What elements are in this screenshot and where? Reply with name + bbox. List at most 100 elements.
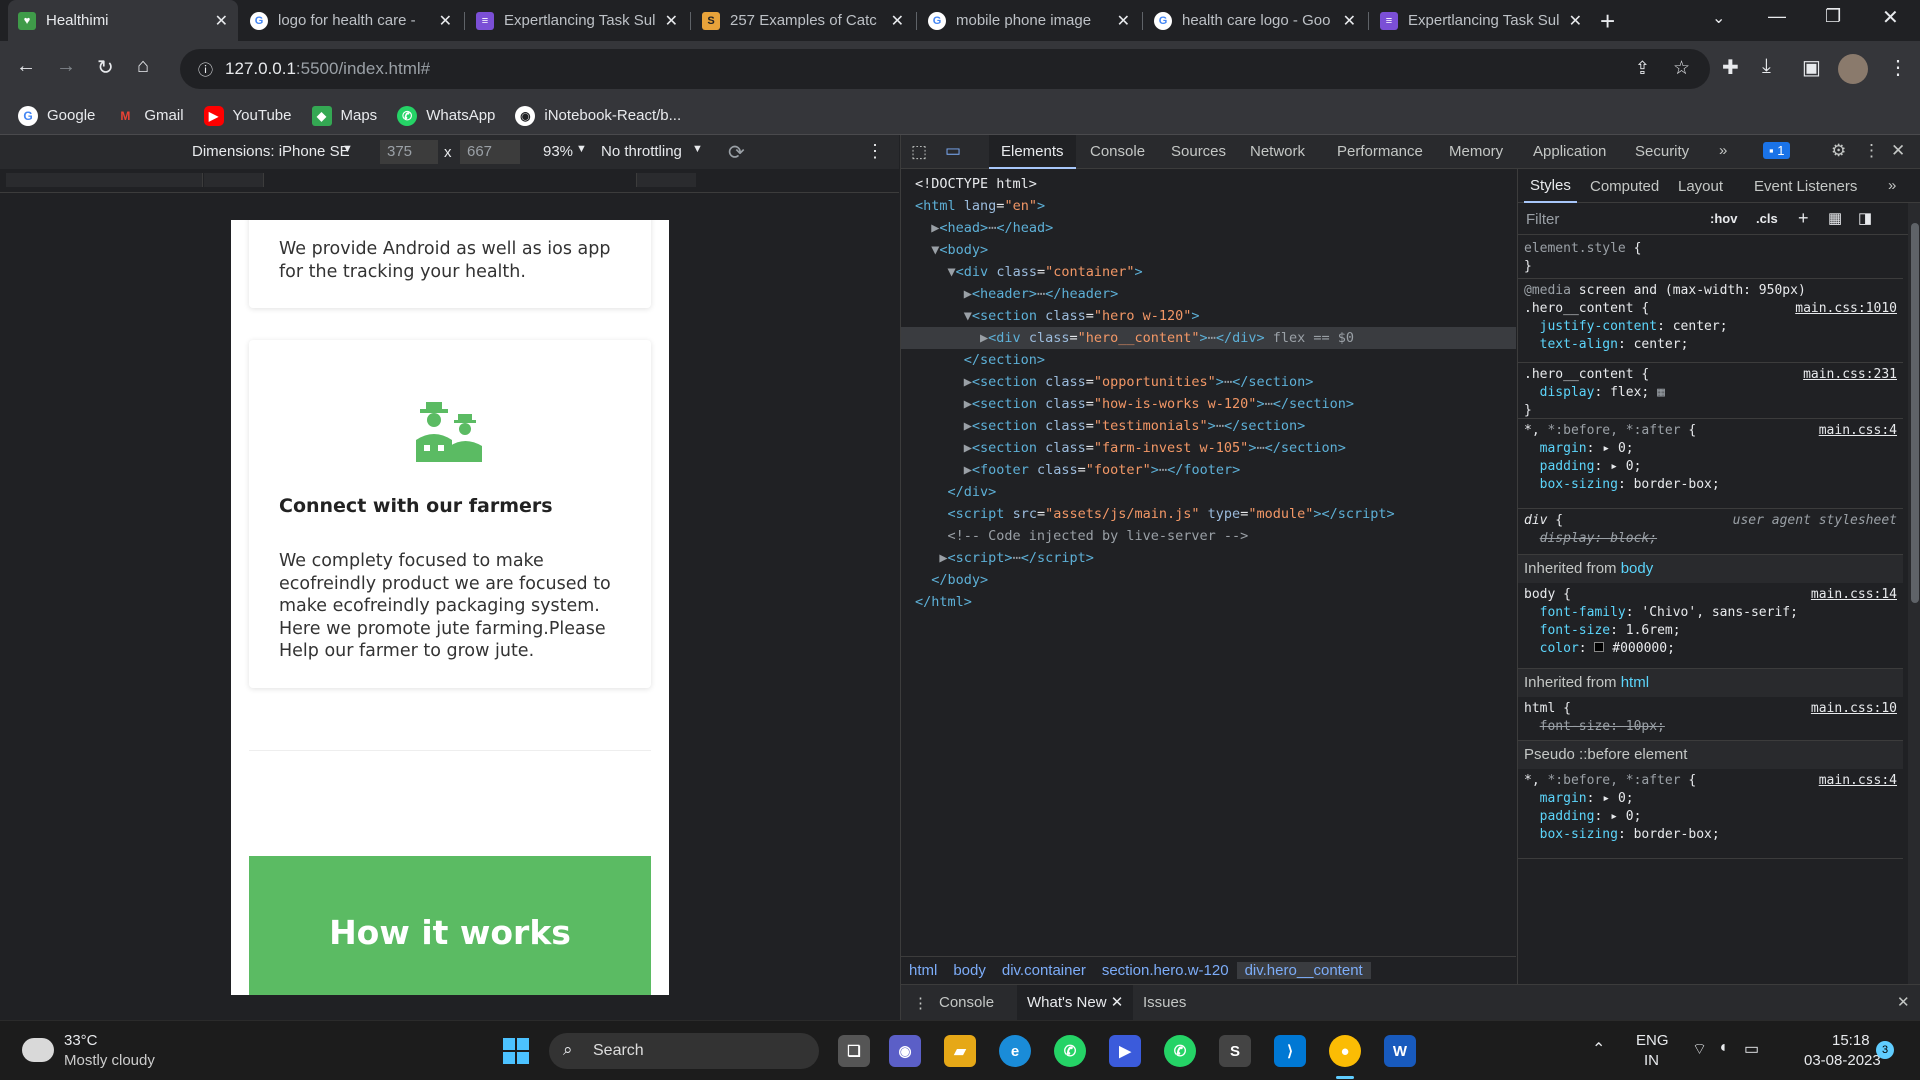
dom-node-line[interactable]: ▶<section class="opportunities">⋯</secti… — [901, 371, 1516, 393]
language-indicator[interactable]: ENG — [1636, 1032, 1669, 1049]
throttle-select[interactable]: No throttling — [601, 143, 682, 160]
style-rule[interactable]: element.style {} — [1518, 237, 1903, 279]
whatsapp-badge-icon[interactable]: ✆ — [1054, 1035, 1086, 1067]
drawer-tab-issues[interactable]: Issues — [1143, 994, 1186, 1011]
dom-node-line[interactable]: ▼<section class="hero w-120"> — [901, 305, 1516, 327]
dom-node-line[interactable]: ▶<script>⋯</script> — [901, 547, 1516, 569]
bookmark-maps[interactable]: ◆ Maps — [311, 105, 377, 126]
tab-performance[interactable]: Performance — [1325, 135, 1435, 169]
breadcrumb-item[interactable]: section.hero.w-120 — [1094, 962, 1237, 979]
rotate-icon[interactable]: ⟳ — [728, 140, 745, 165]
chrome-icon[interactable]: ● — [1329, 1035, 1361, 1067]
share-icon[interactable]: ⇪ — [1635, 58, 1650, 79]
weather-temp[interactable]: 33°C — [64, 1032, 98, 1049]
dom-tree[interactable]: <!DOCTYPE html> <html lang="en"> ▶<head>⋯… — [901, 169, 1516, 939]
filter-input[interactable]: Filter — [1526, 211, 1559, 228]
height-input[interactable]: 667 — [460, 140, 520, 164]
close-tab-icon[interactable]: ✕ — [215, 11, 228, 31]
tab-health-care-logo[interactable]: G health care logo - Goo ✕ — [1144, 0, 1366, 41]
dom-node-line[interactable]: <!-- Code injected by live-server --> — [901, 525, 1516, 547]
whatsapp-icon[interactable]: ✆ — [1164, 1035, 1196, 1067]
dom-node-line[interactable]: ▶<section class="farm-invest w-105">⋯</s… — [901, 437, 1516, 459]
dom-node-line[interactable]: <!DOCTYPE html> — [901, 173, 1516, 195]
style-rule[interactable]: @media screen and (max-width: 950px) .he… — [1518, 279, 1903, 363]
close-drawer-icon[interactable]: ✕ — [1897, 993, 1910, 1011]
bookmark-whatsapp[interactable]: ✆ WhatsApp — [397, 105, 495, 126]
style-rule[interactable]: body {main.css:14 font-family: 'Chivo', … — [1518, 583, 1903, 669]
reload-icon[interactable]: ↻ — [97, 55, 114, 80]
tab-healthimi[interactable]: ♥ Healthimi ✕ — [8, 0, 238, 41]
tab-console[interactable]: Console — [1078, 135, 1157, 169]
wifi-icon[interactable]: ⌔ — [1692, 1039, 1707, 1059]
vscode-icon[interactable]: ⟩ — [1274, 1035, 1306, 1067]
extensions-icon[interactable]: ✚ — [1722, 55, 1739, 80]
cls-toggle[interactable]: .cls — [1756, 211, 1778, 226]
dom-node-line[interactable]: ▶<header>⋯</header> — [901, 283, 1516, 305]
breadcrumb-item[interactable]: div.hero__content — [1236, 962, 1371, 979]
new-rule-icon[interactable]: + — [1798, 208, 1809, 229]
avatar[interactable] — [1838, 54, 1868, 84]
close-tab-icon[interactable]: ✕ — [1343, 11, 1356, 31]
device-toggle-icon[interactable]: ▭ — [945, 141, 961, 161]
style-rule[interactable]: *, *:before, *:after {main.css:4 margin:… — [1518, 769, 1903, 859]
tab-examples[interactable]: S 257 Examples of Catc ✕ — [692, 0, 914, 41]
dom-node-line[interactable]: ▼<div class="container"> — [901, 261, 1516, 283]
flex-editor-icon[interactable]: ▦ — [1657, 385, 1665, 400]
word-icon[interactable]: W — [1384, 1035, 1416, 1067]
breadcrumb-item[interactable]: body — [945, 962, 994, 979]
dom-node-line[interactable]: </section> — [901, 349, 1516, 371]
clipchamp-icon[interactable]: ▶ — [1109, 1035, 1141, 1067]
tab-network[interactable]: Network — [1238, 135, 1317, 169]
breadcrumb-item[interactable]: html — [901, 962, 945, 979]
tab-mobile-phone[interactable]: G mobile phone image ✕ — [918, 0, 1140, 41]
taskbar-search[interactable]: ⌕ Search — [549, 1033, 819, 1069]
style-rule[interactable]: html {main.css:10 font-size: 10px; — [1518, 697, 1903, 741]
dom-node-line[interactable]: ▶<section class="testimonials">⋯</sectio… — [901, 415, 1516, 437]
address-bar[interactable]: ⓘ 127.0.0.1:5500/index.html# ⇪ ☆ — [180, 49, 1710, 89]
bookmark-youtube[interactable]: ▶ YouTube — [203, 105, 292, 126]
notification-badge[interactable]: 3 — [1876, 1041, 1894, 1059]
bookmark-github[interactable]: ◉ iNotebook-React/b... — [515, 105, 681, 126]
dom-node-line[interactable]: ▼<body> — [901, 239, 1516, 261]
style-rule[interactable]: .hero__content {main.css:231 display: fl… — [1518, 363, 1903, 419]
tab-expertlancing-1[interactable]: ≡ Expertlancing Task Sul ✕ — [466, 0, 688, 41]
dom-node-line[interactable]: </body> — [901, 569, 1516, 591]
battery-icon[interactable]: ▭ — [1744, 1039, 1759, 1059]
tab-styles[interactable]: Styles — [1524, 169, 1577, 203]
dom-node-line[interactable]: <script src="assets/js/main.js" type="mo… — [901, 503, 1516, 525]
site-info-icon[interactable]: ⓘ — [198, 59, 213, 80]
drawer-tab-whats-new[interactable]: What's New ✕ — [1017, 985, 1134, 1021]
bookmark-gmail[interactable]: M Gmail — [115, 106, 183, 126]
close-tab-icon[interactable]: ✕ — [891, 11, 904, 31]
windows-start-icon[interactable] — [500, 1035, 532, 1067]
more-options-icon[interactable]: ⋮ — [866, 141, 884, 162]
tab-layout[interactable]: Layout — [1678, 178, 1723, 195]
app-sm-icon[interactable]: S — [1219, 1035, 1251, 1067]
tab-application[interactable]: Application — [1521, 135, 1618, 169]
weather-cloud-icon[interactable] — [22, 1038, 54, 1062]
more-tabs-icon[interactable]: » — [1888, 177, 1896, 194]
settings-gear-icon[interactable]: ⚙ — [1831, 141, 1846, 161]
tab-security[interactable]: Security — [1623, 135, 1701, 169]
task-view-icon[interactable]: ❏ — [838, 1035, 870, 1067]
drawer-menu-icon[interactable]: ⋮ — [913, 994, 928, 1012]
width-input[interactable]: 375 — [380, 140, 438, 164]
chevron-up-icon[interactable]: ⌃ — [1592, 1039, 1605, 1059]
media-query-bar[interactable] — [0, 169, 899, 193]
breadcrumb-item[interactable]: div.container — [994, 962, 1094, 979]
close-tab-icon[interactable]: ✕ — [1569, 11, 1582, 31]
tab-logo-health[interactable]: G logo for health care - ✕ — [240, 0, 462, 41]
tab-computed[interactable]: Computed — [1590, 178, 1659, 195]
clock-time[interactable]: 15:18 — [1832, 1032, 1870, 1049]
dom-node-line[interactable]: ▶<head>⋯</head> — [901, 217, 1516, 239]
close-tab-icon[interactable]: ✕ — [1117, 11, 1130, 31]
back-icon[interactable]: ← — [16, 55, 36, 78]
close-tab-icon[interactable]: ✕ — [665, 11, 678, 31]
tab-search-icon[interactable]: ⌄ — [1712, 8, 1725, 28]
more-tabs-icon[interactable]: » — [1719, 142, 1727, 159]
bookmark-google[interactable]: G Google — [18, 105, 95, 126]
styles-scrollbar[interactable] — [1908, 203, 1920, 984]
device-select[interactable]: Dimensions: iPhone SE — [192, 143, 350, 160]
file-explorer-icon[interactable]: ▰ — [944, 1035, 976, 1067]
dom-node-line[interactable]: </div> — [901, 481, 1516, 503]
